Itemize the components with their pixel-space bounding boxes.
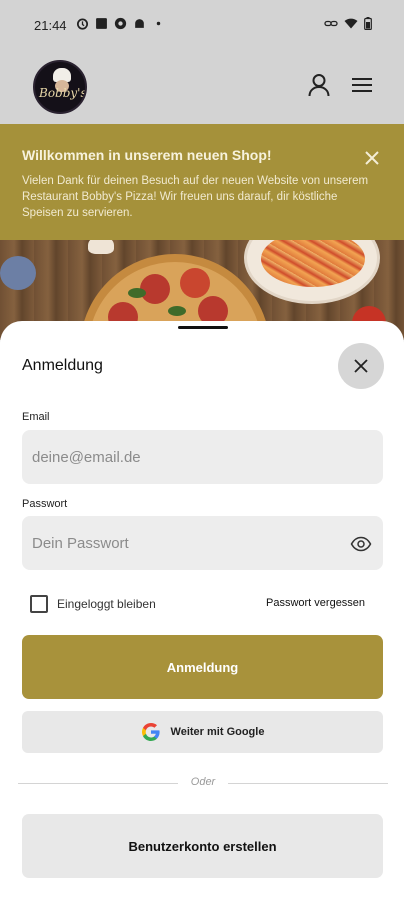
google-login-label: Weiter mit Google: [170, 726, 265, 738]
login-title: Anmeldung: [22, 357, 103, 374]
salami-topping: [140, 274, 170, 304]
sheet-close-button[interactable]: [338, 343, 384, 389]
password-field[interactable]: [22, 516, 383, 570]
basil-topping: [128, 288, 146, 298]
sheet-drag-handle[interactable]: [178, 326, 228, 329]
or-divider: Oder: [18, 776, 388, 792]
wifi-icon: [344, 18, 358, 29]
account-button[interactable]: [306, 72, 332, 98]
divider-text: Oder: [190, 776, 216, 788]
login-button[interactable]: Anmeldung: [22, 635, 383, 699]
battery-icon: [364, 17, 372, 30]
basil-topping: [168, 306, 186, 316]
eye-icon: [350, 536, 372, 552]
remember-me-label[interactable]: Eingeloggt bleiben: [57, 597, 156, 611]
login-sheet: Anmeldung Email Passwort Eingeloggt blei…: [0, 321, 404, 900]
email-label: Email: [22, 411, 50, 423]
square-app-icon: [96, 18, 107, 29]
status-bar: 21:44: [0, 0, 404, 50]
circle-app-icon: [114, 17, 127, 30]
close-icon: [365, 151, 379, 165]
hamburger-menu-icon: [352, 78, 372, 92]
create-account-button[interactable]: Benutzerkonto erstellen: [22, 814, 383, 878]
logo-script: Bobby's: [39, 86, 87, 100]
email-field[interactable]: [22, 430, 383, 484]
bobbys-logo[interactable]: Bobby's: [33, 60, 87, 114]
mushroom-image: [88, 240, 114, 254]
alarm-icon: [76, 18, 89, 30]
tomato-topping: [180, 268, 210, 298]
welcome-banner: Willkommen in unserem neuen Shop! Vielen…: [0, 124, 404, 240]
toggle-password-visibility-button[interactable]: [349, 535, 373, 555]
status-icons-right: [324, 17, 372, 30]
android-icon: [135, 19, 144, 28]
remember-me-checkbox[interactable]: [30, 595, 48, 613]
banner-text: Vielen Dank für deinen Besuch auf der ne…: [22, 175, 369, 219]
status-time: 21:44: [34, 18, 67, 33]
menu-button[interactable]: [349, 72, 375, 98]
google-icon: [141, 723, 160, 741]
banner-title: Willkommen in unserem neuen Shop!: [22, 147, 272, 163]
banner-close-button[interactable]: [360, 146, 384, 170]
user-icon: [308, 74, 330, 97]
forgot-password-link[interactable]: Passwort vergessen: [266, 597, 365, 609]
remember-me-row: Eingeloggt bleiben: [30, 595, 156, 613]
status-icons-left: [76, 17, 165, 30]
bowl-image: [0, 256, 36, 290]
app-header: Bobby's: [0, 50, 404, 124]
dot-icon: [156, 21, 161, 26]
google-login-button[interactable]: Weiter mit Google: [22, 711, 383, 753]
link-icon: [324, 20, 338, 27]
app-screen: 21:44 Bobby's Willkommen in unserem neue…: [0, 0, 404, 900]
pasta-image: [261, 240, 365, 287]
password-label: Passwort: [22, 498, 68, 510]
close-icon: [354, 359, 368, 373]
